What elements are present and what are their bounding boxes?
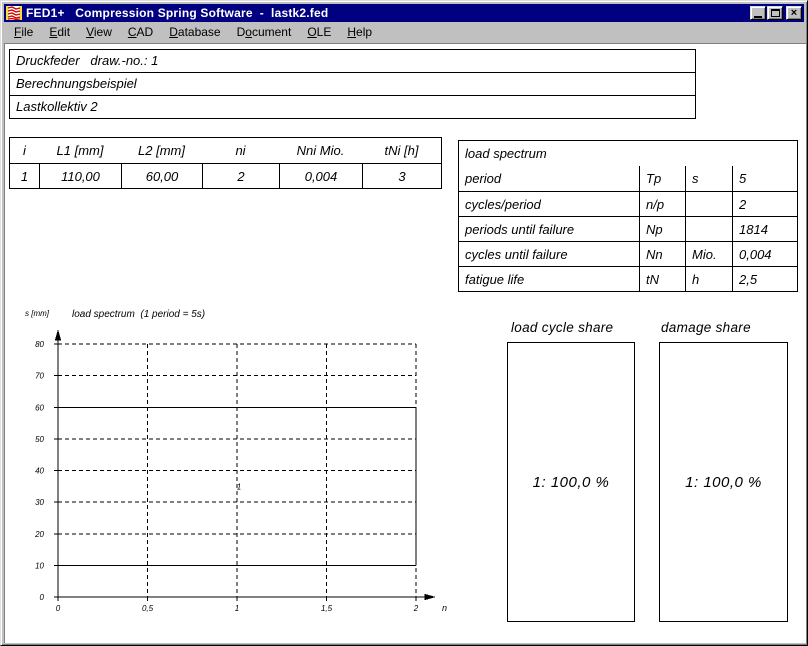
load-cycle-share-box: 1: 100,0 % (507, 342, 635, 622)
x-tick-label: 0 (56, 604, 61, 613)
y-tick-label: 70 (35, 372, 44, 381)
y-tick-label: 20 (34, 530, 44, 539)
y-tick-label: 30 (35, 498, 44, 507)
table-cell: Np (639, 217, 685, 241)
table-cell: 3 (362, 164, 441, 188)
y-axis-arrow (56, 331, 61, 340)
y-tick-label: 40 (35, 467, 44, 476)
menu-item-edit[interactable]: Edit (41, 23, 78, 41)
menu-item-cad[interactable]: CAD (120, 23, 161, 41)
column-header: i (10, 138, 39, 163)
table-cell: 2 (732, 192, 797, 216)
table-cell: 110,00 (39, 164, 121, 188)
maximize-icon (771, 9, 780, 17)
spectrum-name-field: Lastkollektiv 2 (9, 95, 696, 119)
menu-item-file[interactable]: File (6, 23, 41, 41)
x-axis-label: n (442, 603, 447, 613)
minimize-icon (754, 16, 762, 18)
menu-item-ole[interactable]: OLE (299, 23, 339, 41)
chart-title: load spectrum (1 period = 5s) (72, 309, 205, 320)
series-label: 1 (237, 482, 241, 491)
table-cell: periods until failure (459, 217, 639, 241)
table-cell: fatigue life (459, 267, 639, 291)
table-cell: Tp (639, 166, 685, 191)
y-tick-label: 80 (35, 340, 44, 349)
x-tick-label: 1 (235, 604, 239, 613)
table-row: period Tp s 5 (459, 166, 797, 191)
table-cell: 0,004 (279, 164, 362, 188)
table-cell: 1814 (732, 217, 797, 241)
menu-item-document[interactable]: Document (229, 23, 300, 41)
table-cell: cycles until failure (459, 242, 639, 266)
table-cell: Nn (639, 242, 685, 266)
table-row: fatigue life tN h 2,5 (459, 266, 797, 291)
x-axis-arrow (425, 595, 434, 600)
drawing-title-field: Druckfeder draw.-no.: 1 (9, 49, 696, 73)
menu-item-help[interactable]: Help (339, 23, 380, 41)
load-cycle-share-title: load cycle share (511, 320, 613, 335)
y-tick-label: 60 (35, 403, 44, 412)
window-title: FED1+ Compression Spring Software - last… (26, 6, 328, 20)
x-tick-label: 0,5 (142, 604, 154, 613)
load-case-table-header: i L1 [mm] L2 [mm] ni Nni Mio. tNi [h] (10, 138, 441, 164)
table-row: 1 110,00 60,00 2 0,004 3 (10, 164, 441, 188)
x-tick-label: 2 (413, 604, 419, 613)
table-cell: n/p (639, 192, 685, 216)
minimize-button[interactable] (750, 6, 766, 20)
menu-item-database[interactable]: Database (161, 23, 228, 41)
column-header: tNi [h] (362, 138, 441, 163)
table-cell (685, 192, 732, 216)
maximize-button[interactable] (767, 6, 783, 20)
table-cell (685, 217, 732, 241)
x-tick-label: 1,5 (321, 604, 333, 613)
menu-item-view[interactable]: View (78, 23, 120, 41)
column-header: L2 [mm] (121, 138, 202, 163)
table-cell: h (685, 267, 732, 291)
y-tick-label: 0 (40, 593, 45, 602)
menu-bar: File Edit View CAD Database Document OLE… (4, 22, 804, 42)
comment-field: Berechnungsbeispiel (9, 72, 696, 96)
y-tick-label: 10 (35, 561, 44, 570)
column-header: L1 [mm] (39, 138, 121, 163)
application-window: FED1+ Compression Spring Software - last… (0, 0, 808, 646)
window-controls: × (749, 6, 804, 20)
table-row: periods until failure Np 1814 (459, 216, 797, 241)
table-cell: Mio. (685, 242, 732, 266)
close-button[interactable]: × (786, 6, 802, 20)
table-row: cycles until failure Nn Mio. 0,004 (459, 241, 797, 266)
y-axis-label: s [mm] (25, 309, 50, 318)
close-icon: × (791, 8, 797, 18)
table-cell: s (685, 166, 732, 191)
column-header: Nni Mio. (279, 138, 362, 163)
table-row: cycles/period n/p 2 (459, 191, 797, 216)
column-header: ni (202, 138, 279, 163)
table-cell: 2,5 (732, 267, 797, 291)
table-cell: period (459, 166, 639, 191)
load-case-table: i L1 [mm] L2 [mm] ni Nni Mio. tNi [h] 1 … (9, 137, 442, 189)
damage-share-value: 1: 100,0 % (685, 474, 762, 491)
spring-icon (6, 6, 22, 20)
client-area: Druckfeder draw.-no.: 1 Berechnungsbeisp… (4, 43, 806, 643)
table-cell: 1 (10, 164, 39, 188)
damage-share-title: damage share (661, 320, 751, 335)
table-cell: cycles/period (459, 192, 639, 216)
load-spectrum-table: load spectrum period Tp s 5 cycles/perio… (458, 140, 798, 292)
load-cycle-share-value: 1: 100,0 % (533, 474, 610, 491)
y-tick-label: 50 (35, 435, 44, 444)
table-cell: tN (639, 267, 685, 291)
damage-share-box: 1: 100,0 % (659, 342, 788, 622)
title-bar[interactable]: FED1+ Compression Spring Software - last… (4, 4, 804, 22)
table-cell: 5 (732, 166, 797, 191)
table-cell: 2 (202, 164, 279, 188)
load-spectrum-table-title: load spectrum (459, 141, 797, 166)
table-cell: 60,00 (121, 164, 202, 188)
table-cell: 0,004 (732, 242, 797, 266)
